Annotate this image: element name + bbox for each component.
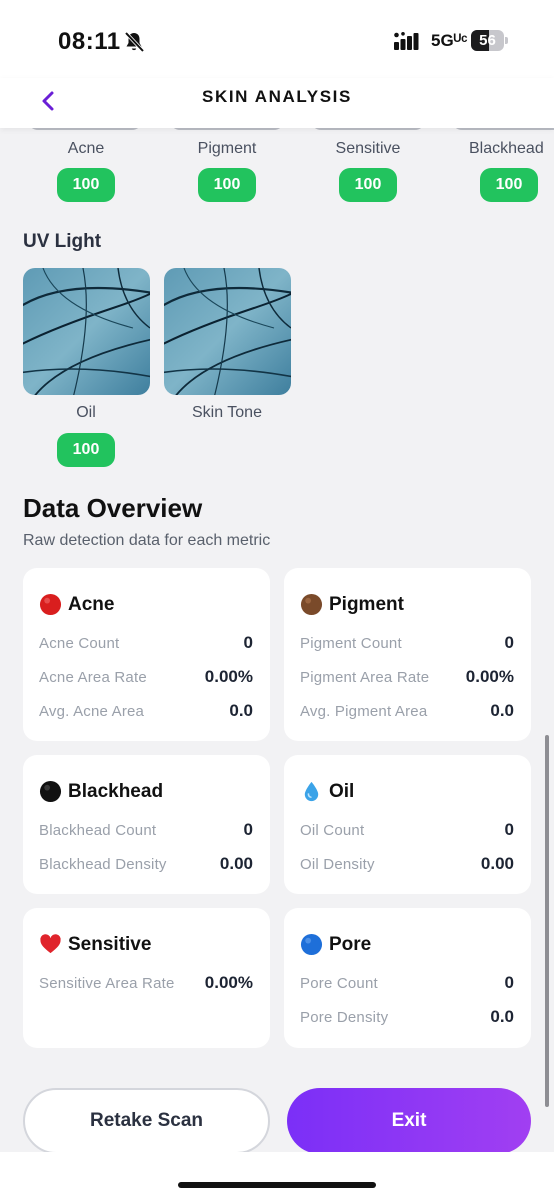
bell-slash-icon [124, 31, 145, 53]
page-title: SKIN ANALYSIS [202, 87, 352, 106]
metric-row: Sensitive Area Rate 0.00% [39, 972, 253, 994]
network-type: 5Gᵁᶜ [431, 31, 468, 50]
exit-button[interactable]: Exit [287, 1088, 531, 1154]
sensitive-data-card: Sensitive Sensitive Area Rate 0.00% [23, 908, 270, 1048]
metric-value: 0.00 [480, 854, 514, 873]
metric-label-sensitive: Sensitive [335, 140, 401, 157]
metric-row: Avg. Acne Area 0.0 [39, 700, 253, 722]
metric-value: 0.0 [490, 701, 514, 720]
metric-value: 0.00 [219, 854, 253, 873]
metric-value: 0 [504, 820, 514, 839]
metric-value: 0.0 [229, 701, 253, 720]
metric-row: Pigment Area Rate 0.00% [300, 666, 514, 688]
acne-data-card: Acne Acne Count 0 Acne Area Rate 0.00% A… [23, 568, 270, 741]
status-time: 08:11 [58, 28, 121, 55]
blackhead-data-card: Blackhead Blackhead Count 0 Blackhead De… [23, 755, 270, 894]
data-overview-heading: Data Overview [23, 493, 203, 523]
metric-row: Pigment Count 0 [300, 632, 514, 654]
bottom-safe-area [0, 1152, 554, 1200]
metric-label: Acne Area Rate [39, 668, 147, 686]
status-bar: 08:11 5Gᵁᶜ 56 [0, 0, 554, 78]
metric-row: Avg. Pigment Area 0.0 [300, 700, 514, 722]
card-title: Blackhead [68, 780, 164, 802]
metric-row: Pore Count 0 [300, 972, 514, 994]
metric-label: Avg. Acne Area [39, 702, 145, 720]
metric-label: Oil Density [300, 855, 375, 873]
card-title: Pigment [329, 593, 404, 615]
metric-label: Acne Count [39, 634, 120, 652]
metric-row: Oil Density 0.00 [300, 853, 514, 875]
card-title: Pore [329, 933, 372, 955]
metric-label: Avg. Pigment Area [300, 702, 428, 720]
red-heart-icon [40, 934, 61, 954]
signal-icon [394, 32, 419, 50]
metric-row: Blackhead Density 0.00 [39, 853, 253, 875]
scrollbar[interactable] [545, 735, 549, 1107]
score-badge-acne: 100 [57, 168, 115, 202]
pigment-data-card: Pigment Pigment Count 0 Pigment Area Rat… [284, 568, 531, 741]
metric-value: 0.00% [204, 973, 253, 992]
metric-value: 0.0 [490, 1007, 514, 1026]
metric-label: Blackhead Count [39, 821, 157, 839]
metric-value: 0 [243, 633, 253, 652]
app-header: SKIN ANALYSIS [0, 78, 554, 128]
metric-row: Acne Count 0 [39, 632, 253, 654]
metric-label: Pigment Count [300, 634, 402, 652]
black-circle-icon [39, 780, 62, 803]
score-badge-blackhead: 100 [480, 168, 538, 202]
battery-level: 56 [479, 32, 496, 49]
metric-value: 0 [243, 820, 253, 839]
card-title: Oil [329, 780, 355, 802]
metric-label-pigment: Pigment [197, 140, 257, 157]
metric-label: Pore Count [300, 974, 378, 992]
oil-uv-image[interactable] [23, 268, 150, 395]
droplet-icon [304, 781, 319, 802]
metric-label: Oil Count [300, 821, 365, 839]
card-title: Acne [68, 593, 115, 615]
data-overview-subtitle: Raw detection data for each metric [23, 532, 271, 549]
oil-data-card: Oil Oil Count 0 Oil Density 0.00 [284, 755, 531, 894]
metric-label: Pore Density [300, 1008, 389, 1026]
retake-scan-button[interactable]: Retake Scan [23, 1088, 270, 1154]
metric-value: 0 [504, 973, 514, 992]
skin-tone-uv-image[interactable] [164, 268, 291, 395]
metric-value: 0 [504, 633, 514, 652]
metric-value: 0.00% [465, 667, 514, 686]
metric-label: Pigment Area Rate [300, 668, 430, 686]
metric-label: Blackhead Density [39, 855, 167, 873]
metric-label-acne: Acne [67, 140, 105, 157]
metric-row: Blackhead Count 0 [39, 819, 253, 841]
home-indicator[interactable] [178, 1182, 376, 1188]
card-title: Sensitive [68, 933, 152, 955]
metric-label-blackhead: Blackhead [469, 140, 544, 157]
pore-data-card: Pore Pore Count 0 Pore Density 0.0 [284, 908, 531, 1048]
blue-circle-icon [300, 933, 323, 956]
red-circle-icon [39, 593, 62, 616]
metric-row: Oil Count 0 [300, 819, 514, 841]
brown-circle-icon [300, 593, 323, 616]
score-badge-oil: 100 [57, 433, 115, 467]
metric-label: Sensitive Area Rate [39, 974, 175, 992]
score-badge-sensitive: 100 [339, 168, 397, 202]
uv-light-heading: UV Light [23, 231, 102, 252]
score-badge-pigment: 100 [198, 168, 256, 202]
metric-row: Pore Density 0.0 [300, 1006, 514, 1028]
uv-label-skin-tone: Skin Tone [192, 404, 262, 421]
battery-icon: 56 [471, 30, 508, 52]
metric-row: Acne Area Rate 0.00% [39, 666, 253, 688]
metric-value: 0.00% [204, 667, 253, 686]
uv-label-oil: Oil [76, 404, 96, 421]
